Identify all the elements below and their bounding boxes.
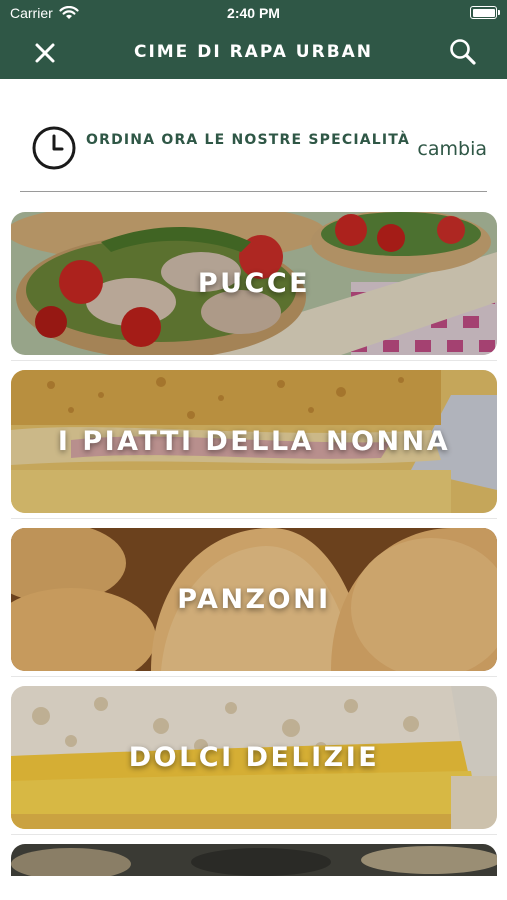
divider — [11, 518, 497, 519]
divider — [11, 676, 497, 677]
divider — [11, 834, 497, 835]
category-card-dolci-delizie[interactable]: DOLCI DELIZIE — [11, 686, 497, 829]
category-label: PANZONI — [177, 584, 331, 615]
category-card-pucce[interactable]: PUCCE — [11, 212, 497, 355]
category-label: DOLCI DELIZIE — [128, 742, 380, 773]
category-card-piatti-della-nonna[interactable]: I PIATTI DELLA NONNA — [11, 370, 497, 513]
category-label: PUCCE — [197, 268, 311, 299]
category-card-panzoni[interactable]: PANZONI — [11, 528, 497, 671]
partial-card-image — [11, 844, 497, 876]
category-list: PUCCE I PIATTI DELLA NONNA PANZONI DOLCI… — [0, 0, 507, 900]
category-card-partial[interactable] — [11, 844, 497, 876]
category-label: I PIATTI DELLA NONNA — [57, 426, 451, 457]
divider — [11, 360, 497, 361]
